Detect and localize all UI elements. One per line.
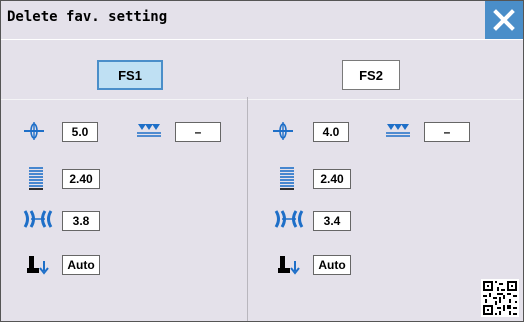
qr-code-icon[interactable] [481, 279, 519, 317]
fs2-button[interactable]: FS2 [342, 60, 400, 90]
stitch-width-icon [273, 122, 293, 140]
divider [1, 99, 523, 100]
fs1-button[interactable]: FS1 [97, 60, 163, 90]
fs1-thread-tension-value: 3.8 [62, 211, 100, 231]
feed-icon [137, 124, 161, 137]
fs1-stitch-width-value: 5.0 [62, 122, 98, 142]
tension-icon [274, 210, 304, 228]
close-icon [493, 9, 515, 31]
fs1-feed-setting-value: – [175, 122, 221, 142]
stitch-length-icon [29, 167, 43, 190]
presser-foot-icon [278, 256, 300, 275]
feed-icon [386, 124, 410, 137]
column-divider [247, 97, 248, 321]
fs2-thread-tension-value: 3.4 [313, 211, 351, 231]
delete-fav-setting-screen: Delete fav. setting FS1 FS2 5.0 – 2.40 3… [0, 0, 524, 322]
window-title: Delete fav. setting [7, 9, 168, 25]
divider [1, 39, 523, 40]
fs2-feed-setting-value: – [424, 122, 470, 142]
stitch-length-icon [280, 167, 294, 190]
fs1-stitch-length-value: 2.40 [62, 169, 100, 189]
tension-icon [23, 210, 53, 228]
fs2-stitch-width-value: 4.0 [313, 122, 349, 142]
title-bar: Delete fav. setting [1, 1, 523, 39]
close-button[interactable] [485, 1, 523, 39]
fs2-stitch-length-value: 2.40 [313, 169, 351, 189]
fs1-presser-foot-value: Auto [62, 255, 100, 275]
presser-foot-icon [27, 256, 49, 275]
stitch-width-icon [24, 122, 44, 140]
fs2-presser-foot-value: Auto [313, 255, 351, 275]
